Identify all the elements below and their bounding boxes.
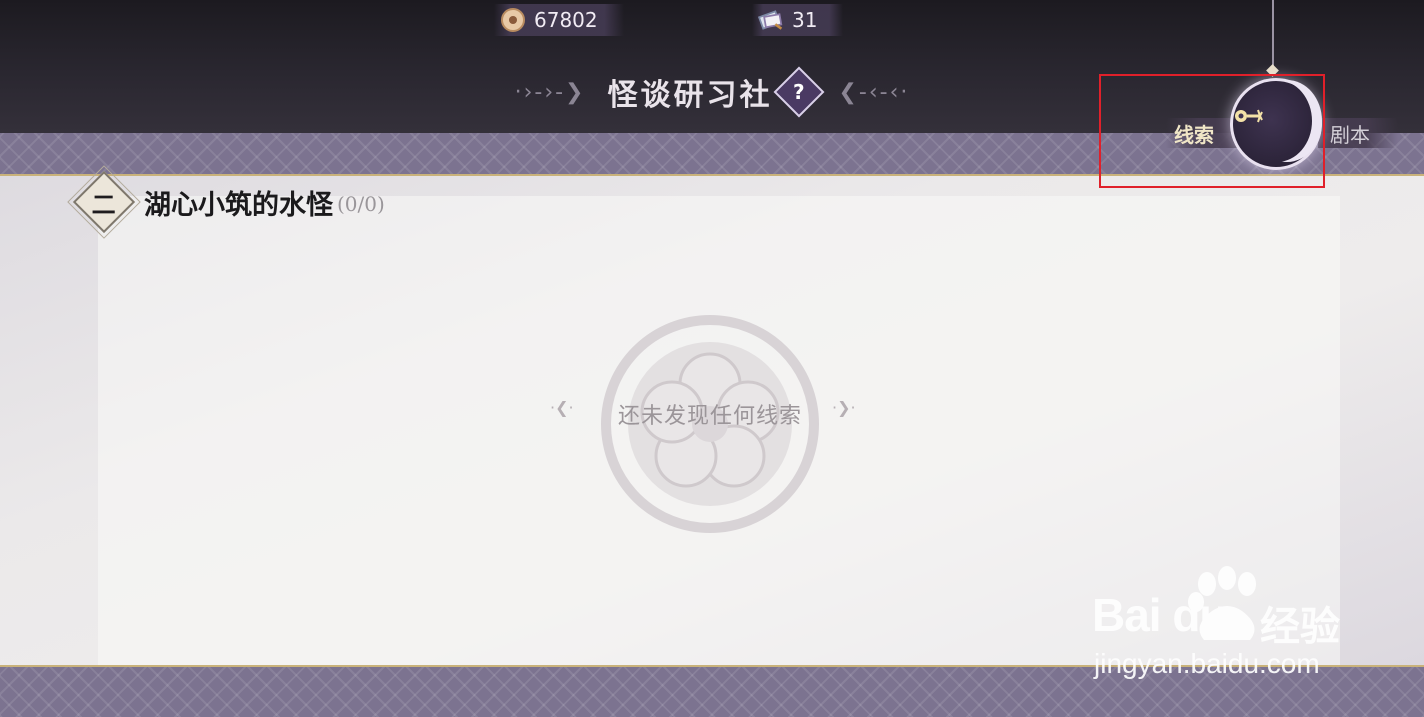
baidu-watermark: Bai du 经验 jingyan.baidu.com [1092, 566, 1412, 686]
chapter-count: (0/0) [337, 192, 385, 216]
chapter-number: 二 [92, 189, 116, 219]
watermark-brand: 经验 [1260, 604, 1340, 650]
coin-value: 67802 [534, 8, 598, 32]
empty-state-message: 还未发现任何线索 [617, 404, 802, 429]
toggle-chain [1272, 0, 1274, 72]
scroll-ticket-icon [758, 7, 784, 33]
chapter-title: 湖心小筑的水怪 [144, 189, 333, 221]
coin-counter: 67802 [494, 4, 624, 36]
highlight-box [1099, 74, 1325, 188]
page-title: 怪谈研习社 [607, 78, 773, 113]
left-ornament-icon: ·›-›-❯ [514, 79, 586, 105]
right-ornament-icon: ❮-‹-‹· [838, 79, 910, 105]
paw-icon [1188, 566, 1256, 640]
help-icon: ? [792, 79, 805, 104]
watermark-url: jingyan.baidu.com [1094, 648, 1320, 679]
ticket-value: 31 [792, 8, 818, 32]
chapter-number-badge: 二 [67, 165, 141, 239]
script-tab[interactable]: 剧本 [1318, 118, 1398, 148]
coin-icon [500, 7, 526, 33]
help-button[interactable]: ? [773, 66, 824, 118]
ticket-counter: 31 [752, 4, 844, 36]
chapter-header: 二 湖心小筑的水怪 (0/0) [67, 165, 385, 239]
title-area: ·›-›-❯ 怪谈研习社 ? ❮-‹-‹· [452, 62, 972, 122]
